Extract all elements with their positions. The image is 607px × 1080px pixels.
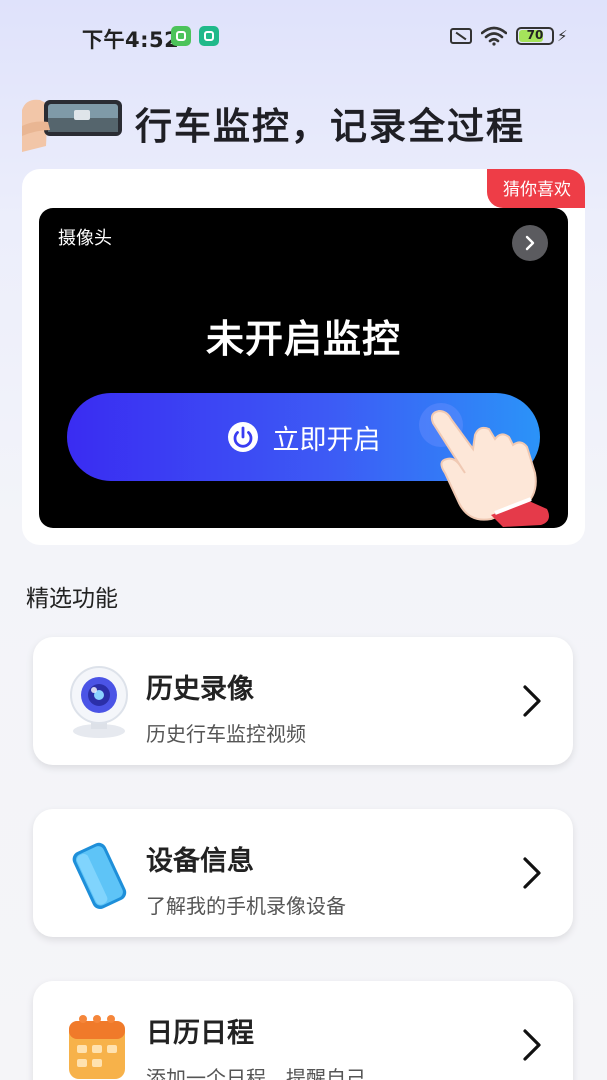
start-button-label: 立即开启 [272, 424, 381, 456]
chevron-right-icon [523, 1029, 541, 1061]
status-time: 下午4:52 [82, 28, 180, 52]
pointing-hand-illustration [419, 403, 549, 527]
feature-description: 了解我的手机录像设备 [146, 894, 346, 918]
history-recording-card[interactable]: 历史录像 历史行车监控视频 [33, 637, 573, 765]
charging-icon: ⚡ [557, 27, 568, 45]
battery-icon: 70 [516, 27, 554, 45]
guess-you-like-badge: 猜你喜欢 [487, 169, 585, 208]
feature-title: 历史录像 [146, 674, 254, 705]
chevron-right-icon [525, 235, 535, 251]
camera-label: 摄像头 [58, 228, 112, 249]
header-title: 行车监控，记录全过程 [135, 105, 525, 148]
section-title: 精选功能 [26, 586, 118, 612]
app-notification-icon [171, 26, 191, 46]
status-bar: 下午4:52 70 ⚡ [0, 0, 607, 72]
header-banner: 行车监控，记录全过程 [22, 92, 582, 154]
calendar-schedule-card[interactable]: 日历日程 添加一个日程，提醒自己 [33, 981, 573, 1080]
sim-off-icon [450, 28, 472, 44]
security-shield-icon [199, 26, 219, 46]
feature-description: 添加一个日程，提醒自己 [146, 1066, 366, 1080]
feature-title: 设备信息 [146, 846, 254, 877]
hand-holding-phone-illustration [22, 99, 122, 152]
phone-device-icon [72, 842, 127, 909]
power-icon [227, 422, 258, 452]
feature-title: 日历日程 [146, 1018, 254, 1049]
feature-description: 历史行车监控视频 [146, 722, 306, 746]
device-info-card[interactable]: 设备信息 了解我的手机录像设备 [33, 809, 573, 937]
wifi-icon [481, 26, 507, 46]
battery-level: 70 [526, 28, 544, 42]
camera-card[interactable]: 猜你喜欢 摄像头 未开启监控 立即开启 [22, 169, 585, 545]
chevron-right-icon [523, 685, 541, 717]
webcam-icon [70, 666, 128, 738]
monitoring-status: 未开启监控 [205, 317, 401, 361]
chevron-right-icon [523, 857, 541, 889]
calendar-icon [69, 1015, 125, 1079]
camera-detail-button[interactable] [512, 225, 548, 261]
